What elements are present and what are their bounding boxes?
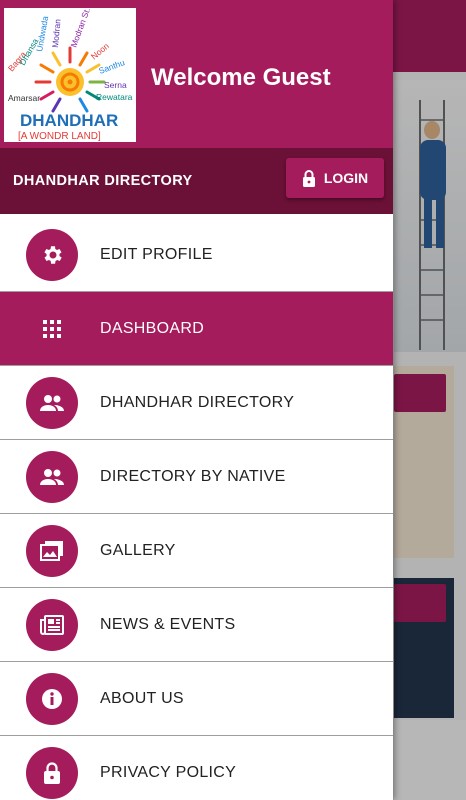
info-icon: [26, 673, 78, 725]
grid-icon: [26, 303, 78, 355]
lock-icon: [26, 747, 78, 799]
login-button[interactable]: LOGIN: [286, 158, 384, 198]
logo-village-text: Modran: [50, 18, 62, 48]
drawer-header: Bagra Dhansa Undwada Modran Modran St. N…: [0, 0, 393, 148]
menu-item-label: PRIVACY POLICY: [100, 764, 237, 781]
menu-item-dashboard[interactable]: DASHBOARD: [0, 292, 393, 366]
menu-item-label: DASHBOARD: [100, 320, 205, 337]
lock-icon: [302, 169, 315, 187]
menu-item-privacy-policy[interactable]: PRIVACY POLICY: [0, 736, 393, 800]
menu-item-label: DHANDHAR DIRECTORY: [100, 394, 295, 411]
menu-item-label: NEWS & EVENTS: [100, 616, 236, 633]
people-icon: [26, 377, 78, 429]
login-label: LOGIN: [323, 170, 369, 186]
navigation-drawer: Bagra Dhansa Undwada Modran Modran St. N…: [0, 0, 393, 800]
menu-item-dhandhar-directory[interactable]: DHANDHAR DIRECTORY: [0, 366, 393, 440]
logo-village-text: Undwada: [34, 15, 50, 52]
gear-icon: [26, 229, 78, 281]
logo-brand-text: DHANDHAR: [20, 111, 118, 130]
menu-item-directory-by-native[interactable]: DIRECTORY BY NATIVE: [0, 440, 393, 514]
logo-village-text: Serna: [104, 80, 127, 90]
menu-item-label: GALLERY: [100, 542, 176, 559]
menu-item-news-events[interactable]: NEWS & EVENTS: [0, 588, 393, 662]
menu-item-label: ABOUT US: [100, 690, 184, 707]
gallery-icon: [26, 525, 78, 577]
menu-item-about-us[interactable]: ABOUT US: [0, 662, 393, 736]
newspaper-icon: [26, 599, 78, 651]
logo-village-text: Amarsar: [8, 93, 40, 103]
welcome-text: Welcome Guest: [151, 64, 331, 91]
dhandhar-logo: Bagra Dhansa Undwada Modran Modran St. N…: [4, 6, 136, 142]
menu-item-gallery[interactable]: GALLERY: [0, 514, 393, 588]
menu-item-edit-profile[interactable]: EDIT PROFILE: [0, 218, 393, 292]
logo-tagline-text: [A WONDR LAND]: [18, 131, 101, 142]
logo-village-text: Modran St.: [68, 8, 92, 49]
logo-village-text: Rewatara: [96, 92, 133, 102]
logo-village-text: Noon: [89, 41, 111, 62]
logo-village-text: Santhu: [97, 57, 126, 76]
menu-item-label: EDIT PROFILE: [100, 246, 213, 263]
directory-title: DHANDHAR DIRECTORY: [13, 173, 193, 189]
menu-item-label: DIRECTORY BY NATIVE: [100, 468, 286, 485]
people-icon: [26, 451, 78, 503]
